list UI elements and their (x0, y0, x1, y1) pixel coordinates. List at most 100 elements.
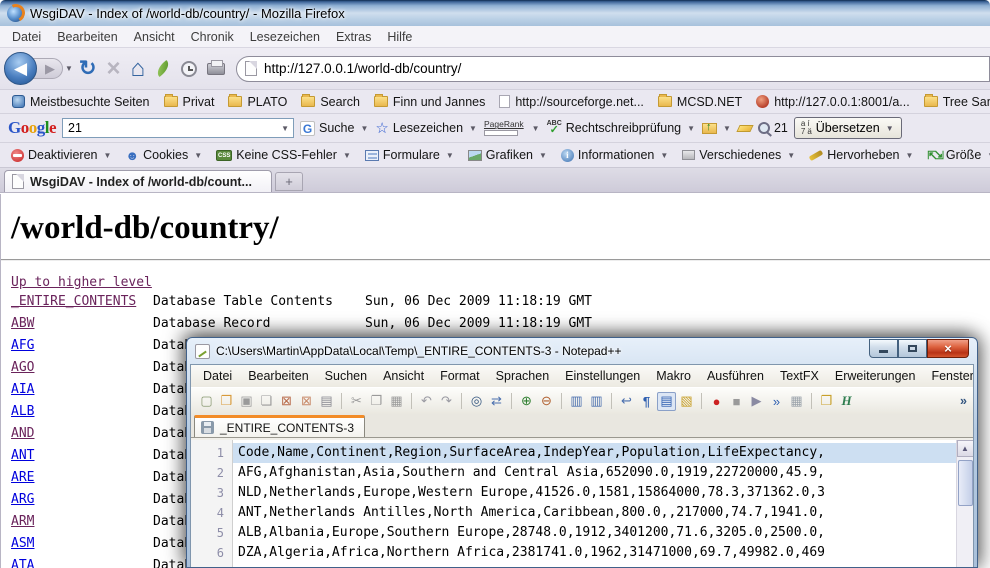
menu-lesezeichen[interactable]: Lesezeichen (242, 28, 328, 46)
devbar-css[interactable]: CSSKeine CSS-Fehler▼ (211, 146, 357, 164)
print-icon[interactable]: ▤ (317, 392, 336, 411)
editor-line[interactable]: ANT,Netherlands Antilles,North America,C… (233, 503, 956, 523)
country-link-afg[interactable]: AFG (11, 338, 153, 353)
save-icon[interactable]: ▣ (237, 392, 256, 411)
document-tab[interactable]: _ENTIRE_CONTENTS-3 (194, 415, 365, 437)
scroll-up-icon[interactable]: ▲ (957, 440, 974, 457)
devbar-groesse[interactable]: ⇱⇲Größe▼ (922, 146, 990, 164)
history-dropdown-icon[interactable]: ▼ (65, 64, 73, 73)
country-link-arg[interactable]: ARG (11, 492, 153, 507)
menu-datei[interactable]: Datei (4, 28, 49, 46)
chevron-down-icon[interactable]: ▼ (532, 124, 540, 133)
editor-line[interactable]: NLD,Netherlands,Europe,Western Europe,41… (233, 483, 956, 503)
close-button[interactable]: × (927, 339, 969, 358)
devbar-formulare[interactable]: Formulare▼ (360, 146, 460, 164)
menu-bearbeiten[interactable]: Bearbeiten (49, 28, 125, 46)
country-link-and[interactable]: AND (11, 426, 153, 441)
editor-area[interactable]: 1 2 3 4 5 6 Code,Name,Continent,Region,S… (191, 440, 973, 567)
chevron-down-icon[interactable]: ▼ (787, 151, 795, 160)
chevron-down-icon[interactable]: ▼ (905, 151, 913, 160)
tab-wsgidav[interactable]: WsgiDAV - Index of /world-db/count... (4, 170, 272, 192)
menu-extras[interactable]: Extras (328, 28, 379, 46)
chevron-down-icon[interactable]: ▼ (469, 124, 477, 133)
npp-menu-einstellungen[interactable]: Einstellungen (557, 367, 648, 385)
stop-button[interactable]: × (107, 55, 121, 83)
spellcheck-button[interactable]: ABC✓ Rechtschreibprüfung ▼ (547, 120, 696, 136)
send-to-button[interactable]: ▼ (702, 123, 732, 134)
chevron-down-icon[interactable]: ▼ (886, 124, 894, 133)
open-file-icon[interactable]: ❒ (217, 392, 236, 411)
macro-run-multiple-icon[interactable]: » (767, 392, 786, 411)
chevron-down-icon[interactable]: ▼ (360, 124, 368, 133)
chevron-down-icon[interactable]: ▼ (687, 124, 695, 133)
google-bookmarks-button[interactable]: ☆Lesezeichen▼ (375, 119, 478, 137)
bookmark-plato[interactable]: PLATO (222, 93, 293, 111)
bookmark-mcsd[interactable]: MCSD.NET (652, 93, 748, 111)
undo-icon[interactable]: ↶ (417, 392, 436, 411)
minimize-button[interactable] (869, 339, 898, 358)
country-link-aia[interactable]: AIA (11, 382, 153, 397)
editor-line[interactable]: AFG,Afghanistan,Asia,Southern and Centra… (233, 463, 956, 483)
devbar-informationen[interactable]: iInformationen▼ (556, 146, 674, 164)
show-symbols-icon[interactable]: ¶ (637, 392, 656, 411)
chevron-down-icon[interactable]: ▼ (539, 151, 547, 160)
npp-menu-sprachen[interactable]: Sprachen (488, 367, 558, 385)
editor-line[interactable]: ALB,Albania,Europe,Southern Europe,28748… (233, 523, 956, 543)
npp-menu-suchen[interactable]: Suchen (317, 367, 375, 385)
back-button[interactable]: ◀ (4, 52, 37, 85)
country-link-ata[interactable]: ATA (11, 558, 153, 568)
up-link[interactable]: Up to higher level (11, 275, 152, 290)
function-completion-icon[interactable]: ▧ (677, 392, 696, 411)
menu-ansicht[interactable]: Ansicht (126, 28, 183, 46)
cut-icon[interactable]: ✂ (347, 392, 366, 411)
sync-horizontal-icon[interactable]: ▥ (587, 392, 606, 411)
entire-contents-link[interactable]: _ENTIRE_CONTENTS (11, 294, 153, 309)
close-file-icon[interactable]: ⊠ (277, 392, 296, 411)
devbar-deaktivieren[interactable]: Deaktivieren▼ (6, 146, 117, 164)
npp-menu-ausfuehren[interactable]: Ausführen (699, 367, 772, 385)
text-area[interactable]: Code,Name,Continent,Region,SurfaceArea,I… (233, 440, 956, 567)
bookmark-tree-samples[interactable]: Tree Samples (918, 93, 990, 111)
bookmark-search[interactable]: Search (295, 93, 366, 111)
paste-icon[interactable]: ▦ (387, 392, 406, 411)
bookmark-sourceforge[interactable]: http://sourceforge.net... (493, 93, 650, 111)
npp-menu-makro[interactable]: Makro (648, 367, 699, 385)
bookmark-most-visited[interactable]: Meistbesuchte Seiten (6, 93, 156, 111)
country-link-ant[interactable]: ANT (11, 448, 153, 463)
url-bar[interactable]: http://127.0.0.1/world-db/country/ (236, 56, 990, 82)
reload-button[interactable]: ↻ (79, 56, 97, 81)
html-preview-icon[interactable]: H (837, 392, 856, 411)
macro-save-icon[interactable]: ▦ (787, 392, 806, 411)
highlight-button[interactable] (738, 125, 752, 132)
indent-guide-icon[interactable]: ▤ (657, 392, 676, 411)
chevron-down-icon[interactable]: ▼ (660, 151, 668, 160)
notepad-titlebar[interactable]: C:\Users\Martin\AppData\Local\Temp\_ENTI… (187, 338, 977, 364)
country-link-abw[interactable]: ABW (11, 316, 153, 331)
macro-stop-icon[interactable]: ■ (727, 392, 746, 411)
vertical-scrollbar[interactable]: ▲ (956, 440, 973, 567)
google-search-button[interactable]: GSuche▼ (300, 121, 369, 136)
chevron-down-icon[interactable]: ▼ (103, 151, 111, 160)
new-file-icon[interactable]: ▢ (197, 392, 216, 411)
country-link-ago[interactable]: AGO (11, 360, 153, 375)
devbar-cookies[interactable]: ☻Cookies▼ (120, 146, 208, 165)
npp-menu-fenster[interactable]: Fenster (923, 367, 974, 385)
search-history-dropdown-icon[interactable]: ▼ (281, 124, 289, 133)
chevron-down-icon[interactable]: ▼ (723, 124, 731, 133)
firefox-titlebar[interactable]: WsgiDAV - Index of /world-db/country/ - … (0, 0, 990, 26)
macro-play-icon[interactable]: ▶ (747, 392, 766, 411)
new-tab-button[interactable]: + (275, 172, 303, 191)
scrollbar-thumb[interactable] (958, 460, 973, 506)
sync-vertical-icon[interactable]: ▥ (567, 392, 586, 411)
editor-line-selected[interactable]: Code,Name,Continent,Region,SurfaceArea,I… (233, 443, 956, 463)
redo-icon[interactable]: ↷ (437, 392, 456, 411)
zoom-in-icon[interactable]: ⊕ (517, 392, 536, 411)
find-icon[interactable]: ◎ (467, 392, 486, 411)
devbar-hervorheben[interactable]: Hervorheben▼ (804, 146, 919, 164)
bookmark-privat[interactable]: Privat (158, 93, 221, 111)
close-all-icon[interactable]: ⊠ (297, 392, 316, 411)
chevron-down-icon[interactable]: ▼ (194, 151, 202, 160)
country-link-are[interactable]: ARE (11, 470, 153, 485)
home-button[interactable]: ⌂ (131, 55, 146, 83)
url-text[interactable]: http://127.0.0.1/world-db/country/ (264, 61, 461, 76)
